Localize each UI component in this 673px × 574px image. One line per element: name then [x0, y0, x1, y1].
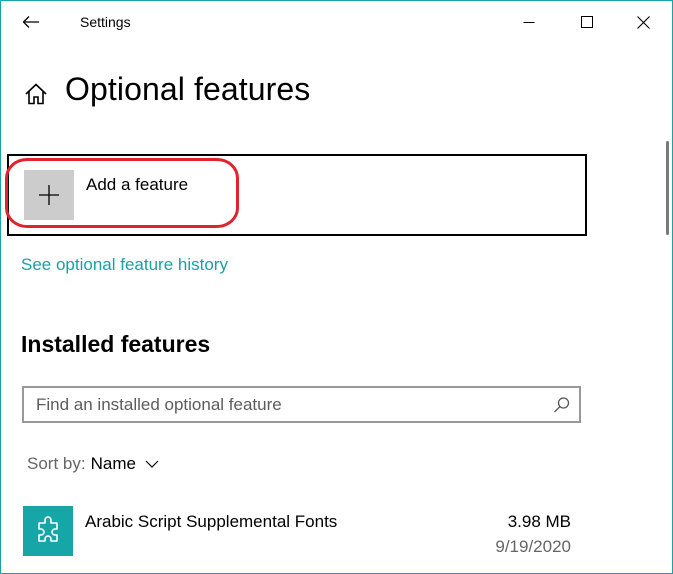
maximize-icon	[581, 16, 593, 28]
home-icon[interactable]	[23, 81, 49, 107]
minimize-icon	[523, 22, 535, 23]
close-button[interactable]	[620, 5, 666, 39]
optional-feature-history-link[interactable]: See optional feature history	[21, 255, 228, 275]
sort-label: Sort by:	[27, 454, 86, 473]
installed-feature-search	[22, 386, 581, 423]
search-icon[interactable]	[553, 396, 571, 414]
scrollbar[interactable]	[666, 141, 669, 235]
feature-size: 3.98 MB	[507, 512, 571, 531]
page-title: Optional features	[65, 71, 311, 107]
settings-window: Settings Optional features Add a feature…	[0, 0, 673, 574]
add-feature-tile-icon	[24, 170, 74, 220]
sort-value: Name	[90, 454, 136, 473]
search-input[interactable]	[36, 394, 536, 416]
add-feature-label: Add a feature	[86, 175, 189, 194]
feature-name: Arabic Script Supplemental Fonts	[85, 512, 338, 531]
add-feature-button[interactable]: Add a feature	[7, 154, 587, 236]
feature-date: 9/19/2020	[495, 537, 571, 556]
list-item[interactable]: Arabic Script Supplemental Fonts 3.98 MB…	[23, 506, 583, 566]
puzzle-icon	[38, 516, 58, 542]
installed-features-heading: Installed features	[21, 331, 211, 357]
feature-icon-tile	[23, 506, 73, 556]
back-button[interactable]	[15, 9, 47, 35]
maximize-button[interactable]	[564, 5, 610, 39]
chevron-down-icon	[145, 460, 159, 468]
minimize-button[interactable]	[506, 5, 552, 39]
plus-icon	[39, 185, 59, 205]
title-bar: Settings	[1, 1, 672, 43]
close-icon	[636, 15, 650, 29]
arrow-left-icon	[22, 16, 39, 28]
sort-dropdown[interactable]: Sort by: Name	[27, 454, 159, 474]
window-title: Settings	[80, 14, 131, 30]
